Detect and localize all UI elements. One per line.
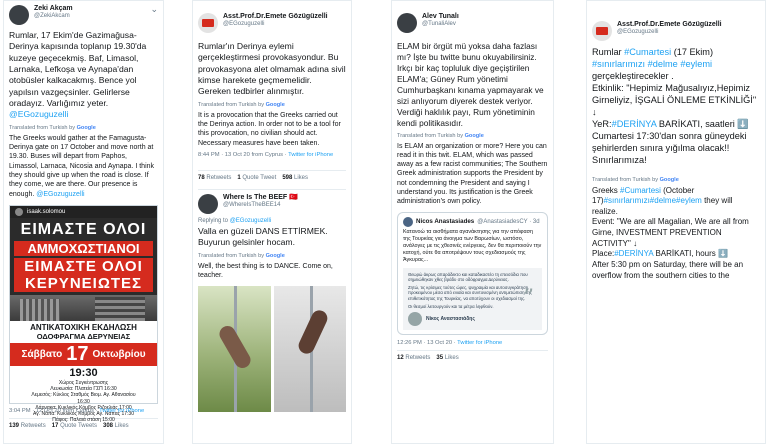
user-handle[interactable]: @EGozuguzelli: [223, 21, 328, 28]
hashtag-sinirlarimizi-en[interactable]: #sınırlarımızı: [604, 196, 650, 205]
tweet-stats: 139 Retweets 17 Quote Tweets 308 Likes: [9, 423, 158, 429]
translated-text: The Greeks would gather at the Famagusta…: [9, 134, 155, 198]
more-options-icon[interactable]: ⌄: [150, 5, 158, 14]
tweet-timestamp: 8:44 PM · 13 Oct 20 from Cyprus · Twitte…: [198, 151, 334, 158]
translation-credit[interactable]: Translated from Turkish by Google: [397, 133, 548, 139]
poster-account-bar: isaak.solomou: [10, 205, 157, 218]
hashtag-delme-en[interactable]: #delme: [650, 196, 676, 205]
tweet-card-alev: Alev Tunalı @TunaliAlev ELAM bir örgüt m…: [391, 0, 554, 444]
translated-text: It is a provocation that the Greeks carr…: [198, 111, 341, 147]
hashtag-derinya[interactable]: #DERİNYA: [612, 119, 657, 129]
tweet-stats: 12 Retweets 35 Likes: [397, 355, 548, 361]
reply-tweet: Where Is The BEEF 🇹🇷 @WhereIsTheBEE14 Re…: [198, 193, 346, 413]
hashtag-cumartesi-en[interactable]: #Cumartesi: [620, 186, 661, 195]
avatar[interactable]: [592, 21, 612, 41]
tweet-text: Rumlar'ın Derinya eylemi gerçekleştirmes…: [198, 41, 346, 97]
quote-tweets-count[interactable]: 17 Quote Tweets: [52, 423, 97, 429]
pole-dance-photo-2[interactable]: [273, 286, 346, 413]
hashtag-eylem-en[interactable]: #eylem: [676, 196, 702, 205]
source-link[interactable]: Twitter for iPhone: [457, 340, 502, 346]
poster-building-photo: [10, 294, 157, 321]
tweet-card-emete-2: Asst.Prof.Dr.Emete Gözügüzelli @EGozuguz…: [586, 0, 766, 444]
quote-tweets-count[interactable]: 1 Quote Tweet: [237, 175, 276, 181]
tweet-card-zeki: Zeki Akçam @ZekiAkcam ⌄ Rumlar, 17 Ekim'…: [3, 0, 164, 444]
tweet-card-emete-1: Asst.Prof.Dr.Emete Gözügüzelli @EGozuguz…: [192, 0, 352, 444]
tweet-timestamp: 3:04 PM · 12 Oct 20 from Cyprus · Twitte…: [9, 407, 145, 414]
mention-link-en[interactable]: @EGozuguzelli: [36, 191, 84, 198]
retweets-count[interactable]: 12 Retweets: [397, 355, 430, 361]
hashtag-sinirlarimizi[interactable]: #sınırlarımızı: [592, 59, 645, 69]
quote-mark-icon: ”: [522, 285, 534, 311]
attached-images: [198, 286, 346, 413]
tweet-text: Valla en güzeli DANS ETTİRMEK. Buyurun g…: [198, 225, 328, 248]
retweets-count[interactable]: 78 Retweets: [198, 175, 231, 181]
quoted-tweet[interactable]: Nicos Anastasiades @AnastasiadesCY · 3d …: [397, 211, 548, 336]
tweet-timestamp: 12:26 PM · 13 Oct 20 · Twitter for iPhon…: [397, 340, 503, 347]
quoted-handle: @AnastasiadesCY · 3d: [477, 218, 540, 225]
user-handle[interactable]: @EGozuguzelli: [617, 29, 722, 36]
translated-text: Well, the best thing is to DANCE. Come o…: [198, 262, 333, 279]
google-logo: Google: [76, 124, 96, 131]
translated-text: Is ELAM an organization or more? Here yo…: [397, 142, 548, 206]
signer-photo: [408, 312, 422, 327]
user-handle[interactable]: @TunaliAlev: [422, 21, 459, 28]
translated-text: Greeks #Cumartesi (October 17)#sınırları…: [592, 185, 749, 280]
source-link[interactable]: Twitter for iPhone: [99, 408, 144, 414]
likes-count[interactable]: 35 Likes: [436, 355, 458, 361]
quoted-text: Κατανοώ τα αισθήματα αγανάκτησης για την…: [403, 228, 542, 263]
poster-date: Σάββατο 17 Οκτωβρίου: [10, 342, 157, 366]
hashtag-derinya-en[interactable]: #DERİNYA: [614, 249, 653, 258]
tweet-header: Zeki Akçam @ZekiAkcam ⌄: [9, 5, 158, 25]
retweets-count[interactable]: 139 Retweets: [9, 423, 46, 429]
translation-credit[interactable]: Translated from Turkish by Google: [198, 253, 346, 259]
user-handle[interactable]: @ZekiAkcam: [34, 13, 73, 20]
hashtag-delme[interactable]: #delme: [648, 59, 678, 69]
tweet-text: ELAM bir örgüt mü yoksa daha fazlası mı?…: [397, 41, 544, 128]
user-handle[interactable]: @WhereIsTheBEE14: [223, 202, 298, 209]
avatar[interactable]: [397, 13, 417, 33]
likes-count[interactable]: 598 Likes: [282, 175, 308, 181]
avatar[interactable]: [198, 13, 218, 33]
display-name[interactable]: Alev Tunalı: [422, 13, 459, 21]
translation-credit[interactable]: Translated from Turkish by Google: [198, 102, 346, 108]
reply-to-link[interactable]: @EGozuguzelli: [230, 218, 271, 224]
tweet-text: Rumlar, 17 Ekim'de Gazimağusa-Derinya ka…: [9, 30, 147, 120]
avatar[interactable]: [198, 193, 218, 214]
google-logo: Google: [659, 176, 679, 183]
avatar[interactable]: [9, 5, 29, 25]
hashtag-eylemi[interactable]: #eylemi: [680, 59, 712, 69]
quoted-display-name: Nicos Anastasiades: [416, 218, 475, 226]
display-name[interactable]: Asst.Prof.Dr.Emete Gözügüzelli: [223, 13, 328, 21]
google-logo: Google: [265, 252, 285, 259]
translation-credit[interactable]: Translated from Turkish by Google: [9, 125, 158, 131]
tweet-stats: 78 Retweets 1 Quote Tweet 598 Likes: [198, 175, 346, 181]
translation-credit[interactable]: Translated from Turkish by Google: [592, 177, 760, 183]
attached-poster-image[interactable]: isaak.solomou ΕΙΜΑΣΤΕ ΟΛΟΙ ΑΜΜΟΧΩΣΤΙΑΝΟΙ…: [9, 204, 158, 423]
display-name[interactable]: Zeki Akçam: [34, 5, 73, 13]
replying-to: Replying to @EGozuguzelli: [198, 217, 272, 224]
hashtag-cumartesi[interactable]: #Cumartesi: [624, 47, 671, 57]
pole-dance-photo-1[interactable]: [198, 286, 271, 413]
quoted-statement-image[interactable]: Θεωρώ άκρως απαράδεκτο και καταδικαστέο …: [403, 267, 542, 331]
tweet-text: Rumlar #Cumartesi (17 Ekim) #sınırlarımı…: [592, 47, 757, 165]
display-name[interactable]: Asst.Prof.Dr.Emete Gözügüzelli: [617, 21, 722, 29]
avatar: [403, 216, 413, 227]
google-logo: Google: [464, 132, 484, 139]
source-link[interactable]: Twitter for iPhone: [288, 152, 333, 158]
mention-link[interactable]: @EGozuguzelli: [9, 109, 68, 119]
display-name[interactable]: Where Is The BEEF 🇹🇷: [223, 194, 298, 202]
google-logo: Google: [265, 101, 285, 108]
likes-count[interactable]: 308 Likes: [103, 423, 129, 429]
